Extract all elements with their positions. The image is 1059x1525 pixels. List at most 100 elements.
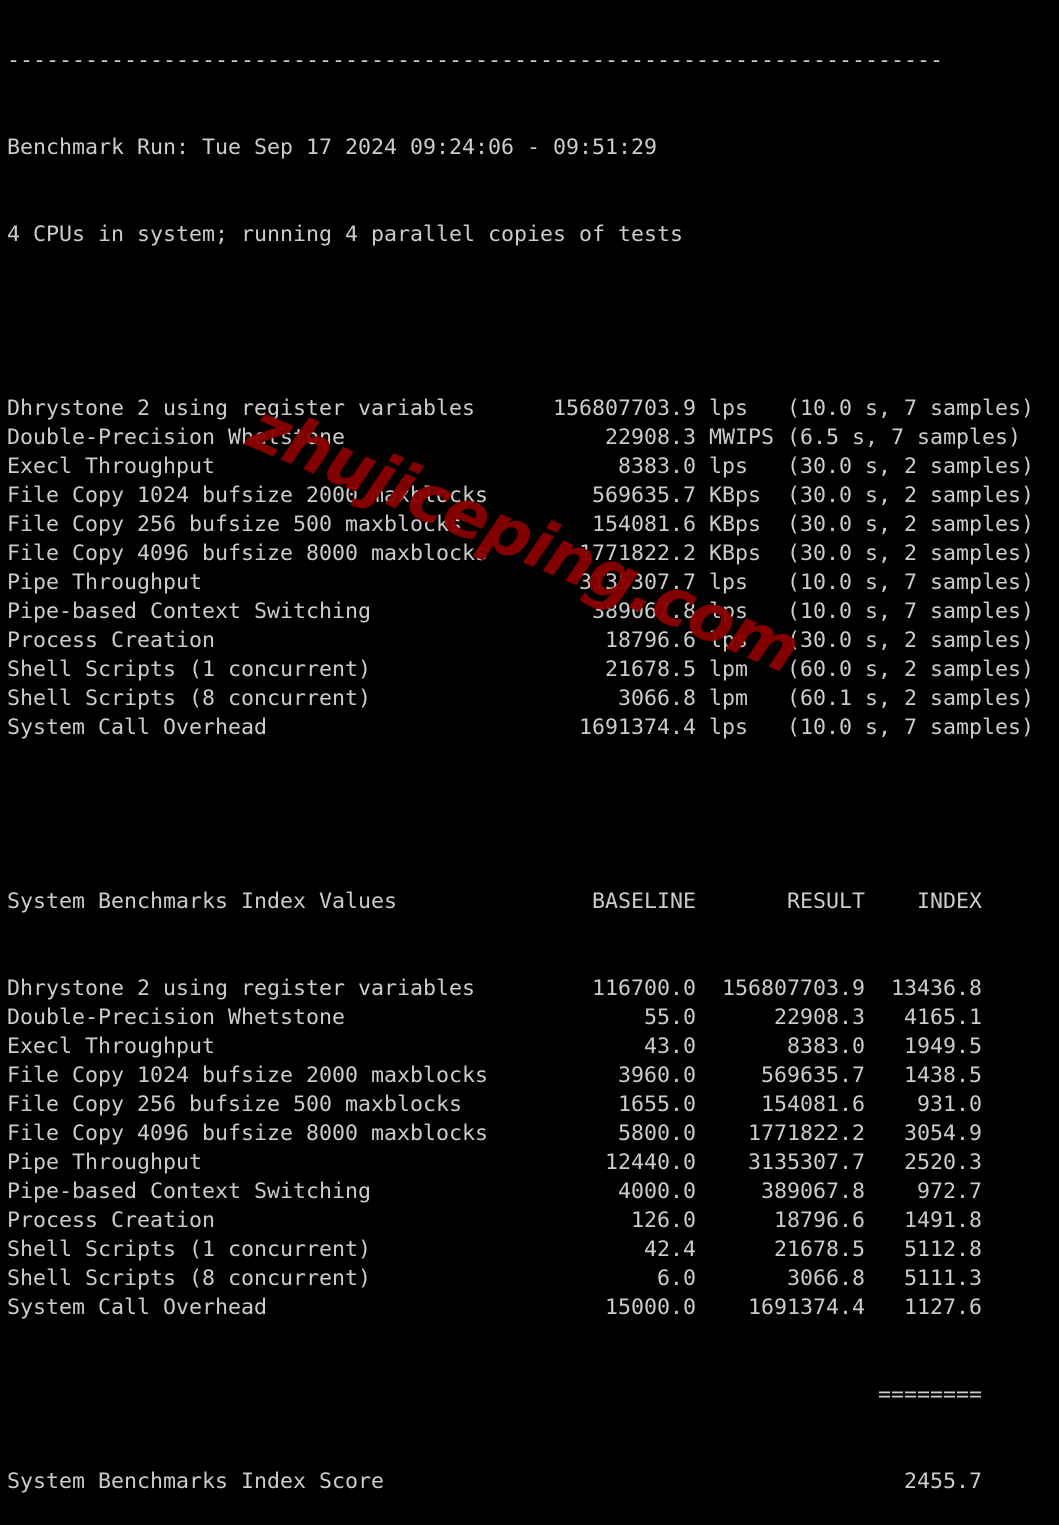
index-result: 156807703.9 [721,976,865,1001]
result-value: 1771822.2 [578,541,696,566]
result-row: Execl Throughput 8383.0 lps (30.0 s, 2 samp… [7,452,1034,481]
result-value: 389067.8 [591,599,696,624]
baseline-header: BASELINE [591,889,696,914]
index-value: 972.7 [916,1179,982,1204]
index-baseline: 6.0 [656,1266,696,1291]
index-row: Pipe Throughput 12440.0 3135307.7 2520.3 [7,1148,1034,1177]
index-value: 4165.1 [903,1005,982,1030]
index-baseline: 116700.0 [591,976,696,1001]
index-baseline: 15000.0 [604,1295,696,1320]
result-unit: KBps [709,512,762,537]
index-result: 154081.6 [760,1092,865,1117]
index-baseline: 4000.0 [617,1179,696,1204]
index-result: 1771822.2 [747,1121,865,1146]
index-value: 931.0 [916,1092,982,1117]
index-baseline: 12440.0 [604,1150,696,1175]
index-result: 3135307.7 [747,1150,865,1175]
index-row: File Copy 256 bufsize 500 maxblocks 1655.… [7,1090,1034,1119]
index-result: 389067.8 [760,1179,865,1204]
result-value: 3066.8 [617,686,696,711]
index-test-name: Double-Precision Whetstone [7,1005,346,1030]
result-name: Shell Scripts (8 concurrent) [7,686,372,711]
separator-line: ----------------------------------------… [7,48,944,73]
result-run-info: (60.1 s, 2 samples) [787,686,1035,711]
result-unit: lpm [709,657,749,682]
index-values-list: Dhrystone 2 using register variables 1167… [7,974,1034,1322]
index-test-name: System Call Overhead [7,1295,268,1320]
result-unit: lps [709,628,749,653]
index-header-title: System Benchmarks Index Values [7,889,398,914]
result-name: File Copy 256 bufsize 500 maxblocks [7,512,463,537]
index-baseline: 5800.0 [617,1121,696,1146]
result-run-info: (6.5 s, 7 samples) [787,425,1022,450]
result-unit: lpm [709,686,749,711]
index-row: File Copy 4096 bufsize 8000 maxblocks 580… [7,1119,1034,1148]
result-name: Pipe Throughput [7,570,203,595]
result-unit: lps [709,454,749,479]
result-run-info: (10.0 s, 7 samples) [787,715,1035,740]
index-result: 18796.6 [773,1208,865,1233]
index-result: 21678.5 [773,1237,865,1262]
result-value: 569635.7 [591,483,696,508]
result-value: 22908.3 [604,425,696,450]
index-value: 1949.5 [903,1034,982,1059]
result-row: Double-Precision Whetstone 22908.3 MWIPS (6… [7,423,1034,452]
score-label: System Benchmarks Index Score [7,1469,385,1494]
benchmark-run-line: Benchmark Run: Tue Sep 17 2024 09:24:06 … [7,135,658,160]
result-row: File Copy 256 bufsize 500 maxblocks 15408… [7,510,1034,539]
index-baseline: 43.0 [643,1034,696,1059]
result-unit: lps [709,715,749,740]
index-test-name: File Copy 256 bufsize 500 maxblocks [7,1092,463,1117]
result-value: 154081.6 [591,512,696,537]
index-result: 3066.8 [786,1266,865,1291]
result-row: Pipe Throughput 3135307.7 lps (10.0 s, 7 sa… [7,568,1034,597]
index-row: Pipe-based Context Switching 4000.0 389067… [7,1177,1034,1206]
result-value: 156807703.9 [553,396,697,421]
result-unit: lps [709,396,749,421]
results-list: Dhrystone 2 using register variables 1568… [7,394,1034,742]
result-name: Dhrystone 2 using register variables [7,396,476,421]
result-row: File Copy 1024 bufsize 2000 maxblocks 569… [7,481,1034,510]
index-test-name: Pipe-based Context Switching [7,1179,372,1204]
index-test-name: Shell Scripts (1 concurrent) [7,1237,372,1262]
index-score-row: System Benchmarks Index Score 2455.7 [7,1467,1034,1496]
result-run-info: (30.0 s, 2 samples) [787,541,1035,566]
index-row: Shell Scripts (8 concurrent) 6.0 3066.8 511… [7,1264,1034,1293]
cpu-info-line: 4 CPUs in system; running 4 parallel cop… [7,222,684,247]
result-run-info: (30.0 s, 2 samples) [787,512,1035,537]
index-header: INDEX [916,889,982,914]
index-result: 1691374.4 [747,1295,865,1320]
index-result: 569635.7 [760,1063,865,1088]
result-run-info: (30.0 s, 2 samples) [787,628,1035,653]
index-value: 1491.8 [903,1208,982,1233]
result-name: File Copy 4096 bufsize 8000 maxblocks [7,541,489,566]
index-test-name: Dhrystone 2 using register variables [7,976,476,1001]
result-value: 8383.0 [617,454,696,479]
index-row: Execl Throughput 43.0 8383.0 1949.5 [7,1032,1034,1061]
index-row: Shell Scripts (1 concurrent) 42.4 21678.5 5… [7,1235,1034,1264]
result-unit: MWIPS [709,425,775,450]
result-name: System Call Overhead [7,715,268,740]
index-row: Process Creation 126.0 18796.6 1491.8 [7,1206,1034,1235]
index-value: 2520.3 [903,1150,982,1175]
index-value: 1127.6 [903,1295,982,1320]
index-baseline: 55.0 [643,1005,696,1030]
result-row: Dhrystone 2 using register variables 1568… [7,394,1034,423]
result-unit: KBps [709,483,762,508]
index-header-row: System Benchmarks Index Values BASELINE RE… [7,887,1034,916]
index-value: 5112.8 [903,1237,982,1262]
result-unit: lps [709,599,749,624]
index-value: 5111.3 [903,1266,982,1291]
result-name: Execl Throughput [7,454,216,479]
result-value: 3135307.7 [578,570,696,595]
result-run-info: (10.0 s, 7 samples) [787,570,1035,595]
index-baseline: 1655.0 [617,1092,696,1117]
result-value: 18796.6 [604,628,696,653]
index-result: 8383.0 [786,1034,865,1059]
result-unit: lps [709,570,749,595]
result-row: Shell Scripts (1 concurrent) 21678.5 lpm (6… [7,655,1034,684]
index-result: 22908.3 [773,1005,865,1030]
index-test-name: Pipe Throughput [7,1150,203,1175]
